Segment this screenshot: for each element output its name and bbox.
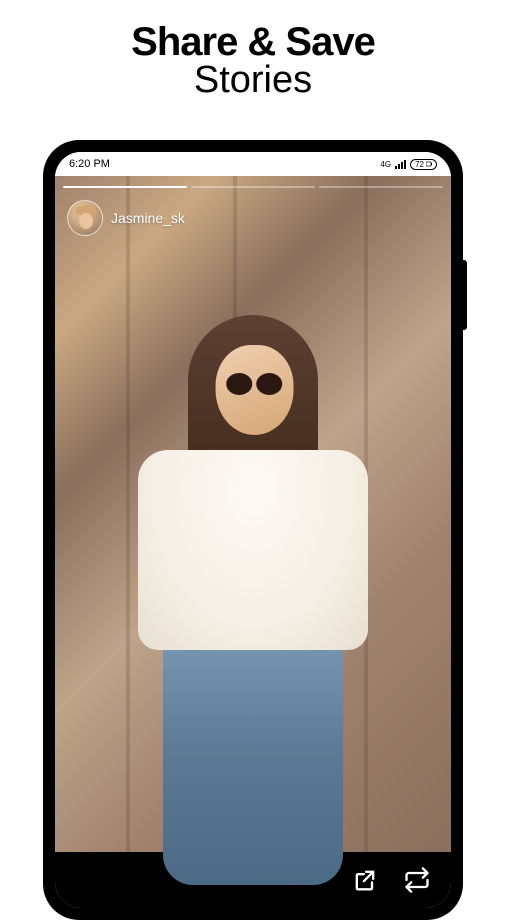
battery-indicator: 72 <box>410 159 437 170</box>
progress-segment <box>63 186 187 188</box>
signal-icon <box>395 160 406 169</box>
status-time: 6:20 PM <box>69 158 110 170</box>
repost-icon <box>403 866 431 894</box>
phone-screen: 6:20 PM 4G 72 <box>55 152 451 908</box>
story-image <box>55 242 451 852</box>
status-right: 4G 72 <box>380 159 437 170</box>
battery-level: 72 <box>415 160 424 169</box>
avatar[interactable] <box>67 200 103 236</box>
battery-icon <box>426 161 432 167</box>
status-bar: 6:20 PM 4G 72 <box>55 152 451 176</box>
phone-side-button <box>463 260 467 330</box>
story-progress <box>55 176 451 194</box>
share-icon <box>351 866 379 894</box>
promo-headline: Share & Save Stories <box>0 0 506 114</box>
progress-segment <box>191 186 315 188</box>
story-viewer[interactable]: Jasmine_sk <box>55 176 451 852</box>
phone-mockup: 6:20 PM 4G 72 <box>43 140 463 920</box>
progress-segment <box>319 186 443 188</box>
headline-light: Stories <box>0 59 506 102</box>
repost-button[interactable] <box>403 866 431 894</box>
story-user-header[interactable]: Jasmine_sk <box>55 194 451 242</box>
network-label: 4G <box>380 160 391 169</box>
username: Jasmine_sk <box>111 210 185 226</box>
share-button[interactable] <box>351 866 379 894</box>
person-illustration <box>123 315 383 815</box>
